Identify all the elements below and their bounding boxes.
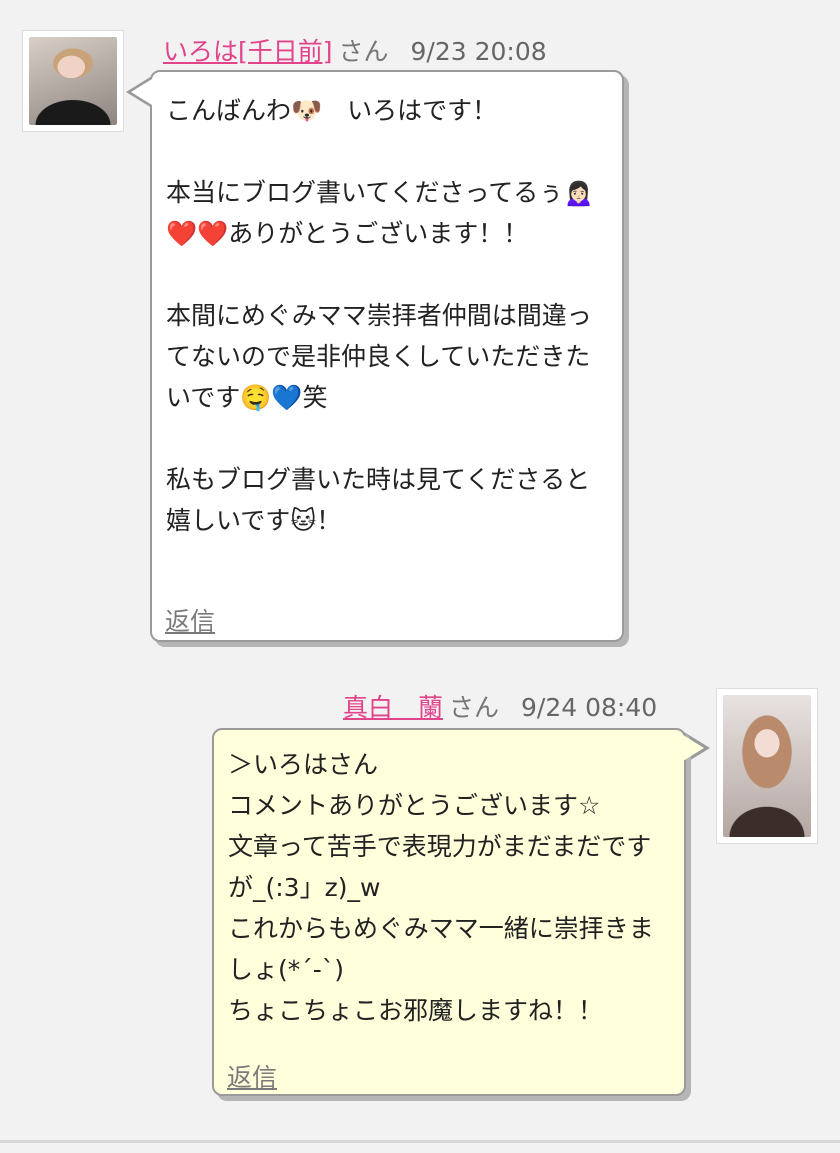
bubble-tail-fill xyxy=(683,735,704,761)
commenter-name-link[interactable]: 真白 蘭 xyxy=(343,693,443,722)
avatar-photo xyxy=(723,695,811,837)
commenter-avatar[interactable] xyxy=(716,688,818,844)
comment-datetime: 9/23 20:08 xyxy=(410,37,547,66)
honorific: さん xyxy=(338,37,389,66)
comment-header: 真白 蘭さん 9/24 08:40 xyxy=(343,688,657,724)
honorific: さん xyxy=(449,693,500,722)
comment-header: いろは[千日前] さん 9/23 20:08 xyxy=(163,32,547,68)
comment-body: こんばんわ🐶 いろはです！ 本当にブログ書いてくださってるぅ🙍🏻‍♀️❤️❤️あ… xyxy=(166,96,595,535)
comment-bubble: ＞いろはさん コメントありがとうございます☆ 文章って苦手で表現力がまだまだです… xyxy=(212,728,686,1096)
reply-link[interactable]: 返信 xyxy=(227,1058,277,1094)
comment-body: ＞いろはさん コメントありがとうございます☆ 文章って苦手で表現力がまだまだです… xyxy=(228,750,654,1025)
section-divider xyxy=(0,1140,840,1143)
commenter-avatar[interactable] xyxy=(22,30,124,132)
bubble-tail-fill xyxy=(131,79,152,105)
reply-link[interactable]: 返信 xyxy=(165,602,215,638)
comment-datetime: 9/24 08:40 xyxy=(521,693,658,722)
commenter-name-link[interactable]: いろは[千日前] xyxy=(163,37,333,66)
avatar-photo xyxy=(29,37,117,125)
comment-bubble: こんばんわ🐶 いろはです！ 本当にブログ書いてくださってるぅ🙍🏻‍♀️❤️❤️あ… xyxy=(150,70,624,642)
